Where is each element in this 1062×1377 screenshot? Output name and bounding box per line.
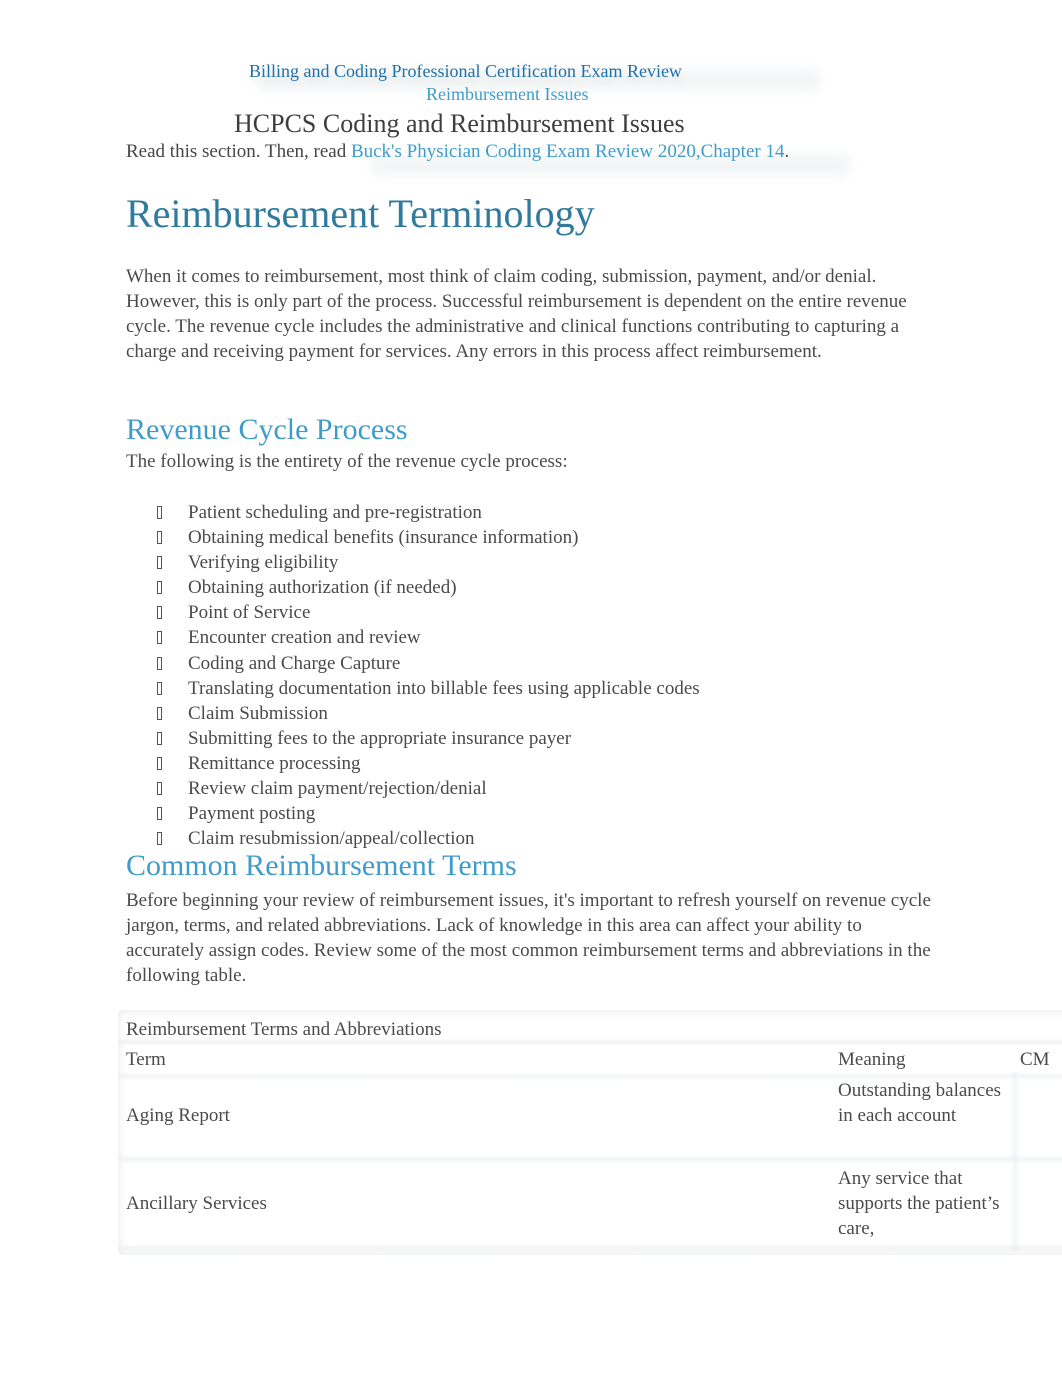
lesson-title: HCPCS Coding and Reimbursement Issues [234, 109, 685, 138]
term-cell: Ancillary Services [126, 1193, 267, 1214]
column-header-term: Term [126, 1049, 166, 1070]
list-item-label: Claim resubmission/appeal/collection [188, 828, 475, 850]
bullet-icon [157, 756, 162, 770]
bullet-icon [157, 782, 162, 796]
bullet-icon [157, 681, 162, 695]
term-cell: Aging Report [126, 1105, 230, 1126]
common-terms-paragraph: Before beginning your review of reimburs… [126, 890, 931, 986]
list-item: Verifying eligibility [155, 550, 700, 575]
bullet-icon [157, 706, 162, 720]
list-item-label: Submitting fees to the appropriate insur… [188, 727, 572, 749]
list-item: Remittance processing [155, 751, 700, 776]
list-item: Payment posting [155, 801, 700, 826]
list-item: Review claim payment/rejection/denial [155, 776, 700, 801]
bullet-icon [157, 832, 162, 846]
terms-table: Reimbursement Terms and Abbreviations Te… [118, 1010, 1062, 1255]
list-item: Point of Service [155, 600, 700, 625]
list-item-label: Verifying eligibility [188, 552, 339, 574]
list-item: Obtaining authorization (if needed) [155, 575, 700, 600]
unit-title[interactable]: Reimbursement Issues [426, 84, 588, 105]
row-divider [118, 1244, 1062, 1252]
row-divider [118, 1038, 1062, 1046]
list-item-label: Point of Service [188, 602, 311, 624]
terminology-paragraph: When it comes to reimbursement, most thi… [126, 266, 907, 362]
list-item-label: Translating documentation into billable … [188, 677, 700, 699]
section-heading-revenue-cycle: Revenue Cycle Process [126, 413, 408, 446]
list-item: Encounter creation and review [155, 625, 700, 650]
bullet-icon [157, 807, 162, 821]
list-item-label: Encounter creation and review [188, 627, 421, 649]
bullet-icon [157, 606, 162, 620]
revenue-cycle-list: Patient scheduling and pre-registration O… [155, 500, 700, 851]
intro-line: Read this section. Then, read Buck's Phy… [126, 141, 789, 163]
course-title[interactable]: Billing and Coding Professional Certific… [249, 61, 682, 82]
meaning-cell: Outstanding balances in each account [838, 1080, 1002, 1126]
list-item: Obtaining medical benefits (insurance in… [155, 525, 700, 550]
intro-suffix: . [784, 141, 790, 162]
bullet-icon [157, 731, 162, 745]
bullet-icon [157, 506, 162, 519]
section-heading-common-terms: Common Reimbursement Terms [126, 849, 517, 882]
list-item-label: Review claim payment/rejection/denial [188, 778, 487, 800]
list-item-label: Remittance processing [188, 752, 361, 774]
section-heading-terminology: Reimbursement Terminology [126, 191, 595, 236]
list-item: Claim Submission [155, 701, 700, 726]
list-item: Submitting fees to the appropriate insur… [155, 726, 700, 751]
list-item-label: Patient scheduling and pre-registration [188, 502, 482, 523]
textbook-link[interactable]: Buck's Physician Coding Exam Review 2020… [351, 141, 785, 162]
list-item-label: Obtaining medical benefits (insurance in… [188, 527, 579, 549]
intro-prefix: Read this section. Then, read [126, 141, 351, 162]
bullet-icon [157, 556, 162, 570]
list-item-label: Obtaining authorization (if needed) [188, 577, 457, 599]
bullet-icon [157, 581, 162, 595]
list-item: Coding and Charge Capture [155, 651, 700, 676]
list-item: Patient scheduling and pre-registration [155, 500, 700, 525]
list-item: Claim resubmission/appeal/collection [155, 826, 700, 851]
list-item: Translating documentation into billable … [155, 676, 700, 701]
list-item-label: Payment posting [188, 803, 316, 825]
bullet-icon [157, 631, 162, 645]
meaning-cell: Any service that supports the patient’s … [838, 1168, 1000, 1239]
bullet-icon [157, 531, 162, 545]
bullet-icon [157, 656, 162, 670]
column-header-meaning: Meaning [838, 1049, 906, 1070]
list-item-label: Coding and Charge Capture [188, 652, 401, 674]
list-item-label: Claim Submission [188, 702, 328, 724]
column-header-cm: CM [1020, 1049, 1050, 1070]
row-divider [118, 1155, 1062, 1163]
revenue-cycle-lead: The following is the entirety of the rev… [126, 451, 568, 472]
